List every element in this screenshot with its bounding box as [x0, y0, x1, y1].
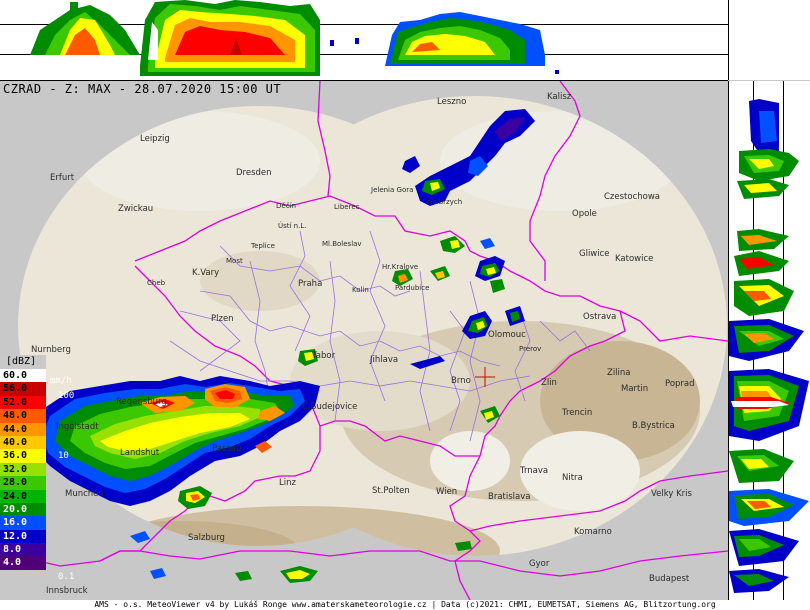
city-label: Czestochowa [604, 192, 661, 202]
city-label: Gyor [529, 559, 550, 569]
city-label: Passau [212, 444, 242, 454]
city-label: Brno [451, 376, 471, 386]
legend-level: 56.0 [0, 382, 46, 396]
legend-level: 36.0 [0, 449, 46, 463]
city-label: Ingolstadt [56, 422, 99, 432]
city-label: Kalisz [547, 92, 572, 102]
city-label: Budapest [649, 574, 690, 584]
city-label: Linz [279, 478, 296, 488]
radar-viewer: { "title": "CZRAD - Z: MAX - 28.07.2020 … [0, 0, 810, 610]
city-label: Pardubice [395, 284, 430, 292]
city-label: Trnava [520, 466, 549, 476]
city-label: Cheb [147, 279, 166, 287]
city-label: Praha [298, 279, 323, 289]
west-east-profile-panel [728, 81, 810, 600]
city-label: Poprad [665, 379, 695, 389]
city-label: Prerov [519, 345, 542, 353]
legend-level: 48.0 [0, 409, 46, 423]
city-label: Ml.Boleslav [322, 240, 362, 248]
city-label: Tabor [312, 351, 336, 361]
city-label: Komarno [574, 527, 612, 537]
legend-rate-label: 10 [58, 451, 69, 461]
legend-level: 24.0 [0, 489, 46, 503]
legend-level: 16.0 [0, 516, 46, 530]
legend-level: 52.0 [0, 395, 46, 410]
city-label: Salzburg [188, 533, 225, 543]
city-label: St.Polten [372, 486, 410, 496]
city-label: Wien [436, 487, 458, 497]
legend-level: 60.0 [0, 369, 46, 383]
legend-level: 12.0 [0, 529, 46, 544]
radar-map[interactable] [0, 81, 728, 600]
city-label: Olomouc [488, 330, 526, 340]
legend-rate-label: 0.1 [58, 572, 75, 582]
city-label: Munchen [65, 489, 104, 499]
city-label: Opole [572, 209, 597, 219]
side-profile-echoes [729, 99, 809, 593]
city-label: Walbrzych [426, 198, 463, 206]
city-label: Ostrava [583, 312, 617, 322]
legend-level: 40.0 [0, 435, 46, 450]
city-label: Bratislava [488, 492, 531, 502]
map-title: CZRAD - Z: MAX - 28.07.2020 15:00 UT [3, 82, 282, 96]
legend-level: 32.0 [0, 462, 46, 477]
city-label: Teplice [251, 242, 275, 250]
city-label: Leszno [437, 97, 467, 107]
city-label: Zwickau [118, 204, 154, 214]
city-label: Ústí n.L. [278, 222, 307, 230]
city-label: C.Budejovice [302, 402, 358, 412]
city-label: Velky Kris [651, 489, 692, 499]
city-label: Jihlava [370, 355, 399, 365]
city-label: Jelenia Gora [371, 186, 414, 194]
city-label: B.Bystrica [632, 421, 675, 431]
legend-level: 44.0 [0, 422, 46, 436]
city-label: Liberec [334, 203, 360, 211]
reflectivity-legend: [dBZ] 60.0 56.0 52.0 48.0 44.0 40.0 36.0 32.0 28… [0, 355, 46, 570]
city-label: Martin [621, 384, 649, 394]
city-label: Hr.Kralove [382, 263, 419, 271]
city-label: Most [226, 257, 243, 265]
legend-rate-unit: mm/h [50, 376, 72, 386]
city-label: Landshut [120, 448, 160, 458]
city-label: K.Vary [192, 268, 220, 278]
city-label: Nurnberg [31, 345, 71, 355]
city-label: Zlin [541, 378, 557, 388]
legend-level: 4.0 [0, 556, 46, 570]
city-label: Zilina [607, 368, 631, 378]
city-label: Děčín [276, 202, 296, 210]
city-label: Dresden [236, 168, 272, 178]
city-label: Erfurt [50, 173, 75, 183]
north-south-profile-panel [0, 0, 728, 81]
city-label: Innsbruck [46, 586, 88, 596]
legend-level: 28.0 [0, 476, 46, 490]
legend-unit: [dBZ] [0, 355, 46, 369]
top-profile-echoes [30, 0, 559, 76]
city-label: Katowice [615, 254, 654, 264]
city-label: Plzen [211, 314, 234, 324]
city-label: Kolin [352, 286, 369, 294]
city-label: Leipzig [140, 134, 170, 144]
legend-level: 8.0 [0, 543, 46, 557]
city-label: Regensburg [116, 397, 167, 407]
corner-box [728, 0, 810, 80]
city-label: Trencin [562, 408, 593, 418]
city-label: Gliwice [579, 249, 610, 259]
map-canvas [0, 81, 728, 600]
legend-level: 20.0 [0, 502, 46, 517]
footer-credits: AMS - o.s. MeteoViewer v4 by Lukáš Ronge… [0, 600, 810, 610]
legend-rate-label: 100 [58, 391, 75, 401]
city-label: Nitra [562, 473, 583, 483]
